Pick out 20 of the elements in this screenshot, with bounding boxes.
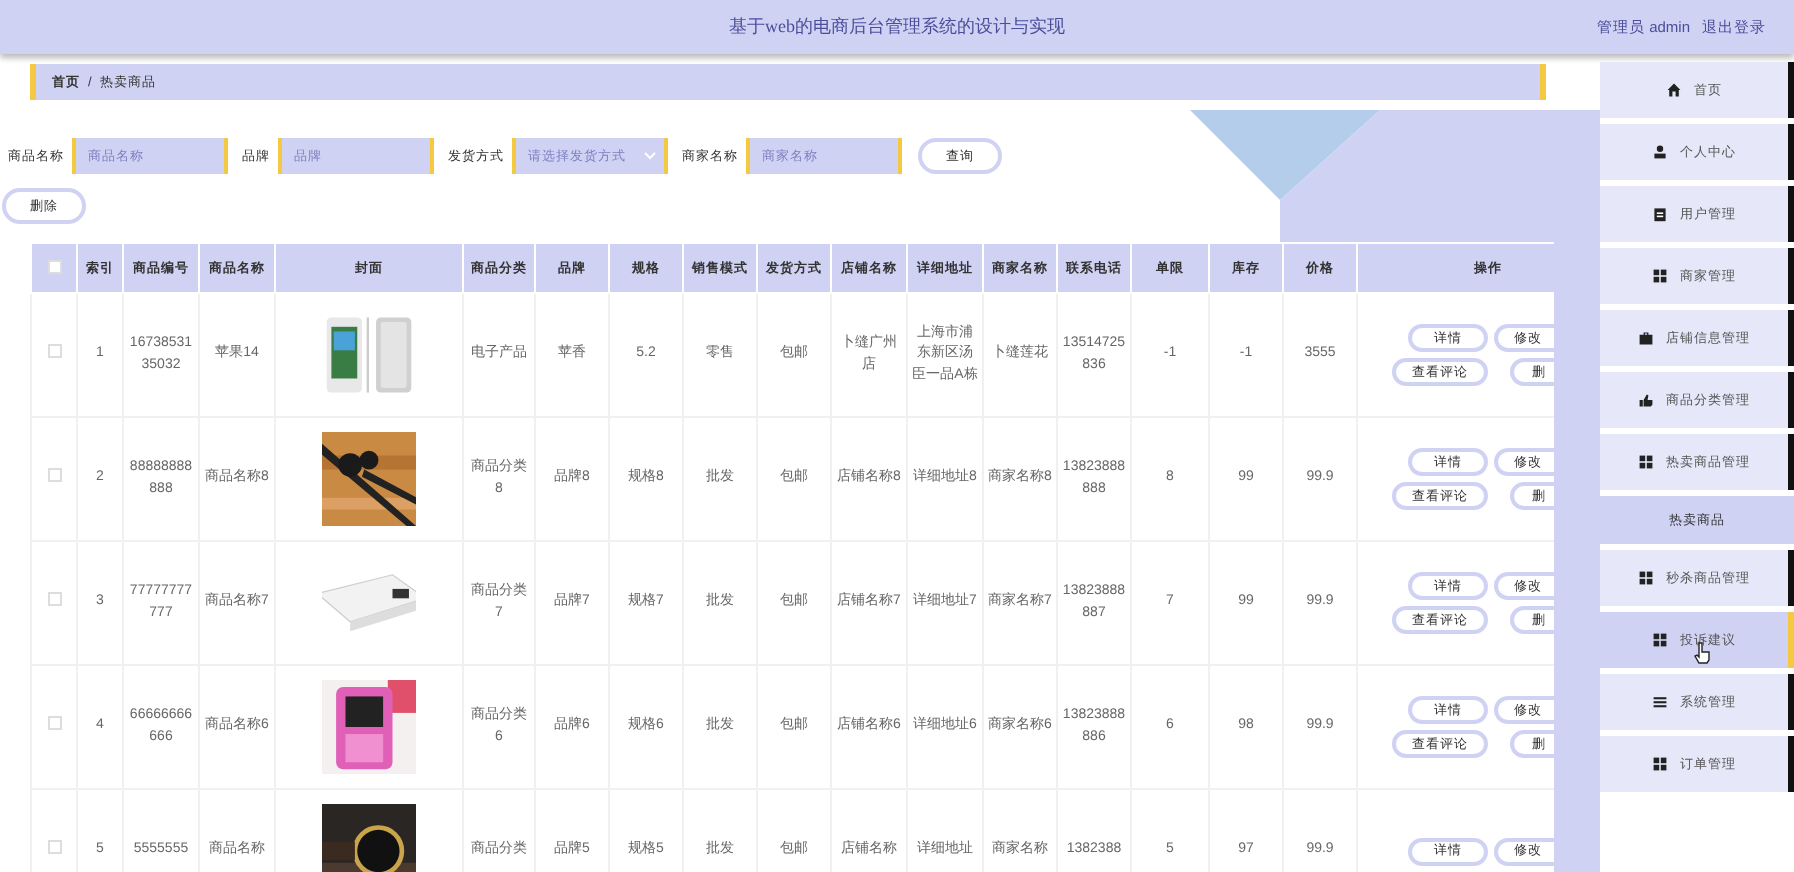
row-checkbox[interactable] — [47, 715, 61, 730]
grid-icon — [1652, 632, 1668, 648]
clipboard-icon — [1652, 206, 1668, 222]
grid-icon — [1652, 268, 1668, 284]
grid-icon — [1638, 570, 1654, 586]
row-checkbox[interactable] — [47, 343, 61, 358]
grid-icon — [1638, 454, 1654, 470]
system-title: 基于web的电商后台管理系统的设计与实现 — [729, 14, 1065, 40]
select-all-checkbox[interactable] — [47, 259, 61, 273]
row-checkbox[interactable] — [47, 591, 61, 606]
row-checkbox[interactable] — [47, 467, 61, 482]
person-icon — [1652, 144, 1668, 160]
briefcase-icon — [1638, 330, 1654, 346]
grid-icon — [1652, 756, 1668, 772]
row-checkbox[interactable] — [47, 839, 61, 854]
thumbs-up-icon — [1638, 392, 1654, 408]
chevron-icon — [644, 152, 656, 160]
home-icon — [1666, 82, 1682, 98]
cursor-icon — [1694, 642, 1710, 664]
list-icon — [1652, 694, 1668, 710]
